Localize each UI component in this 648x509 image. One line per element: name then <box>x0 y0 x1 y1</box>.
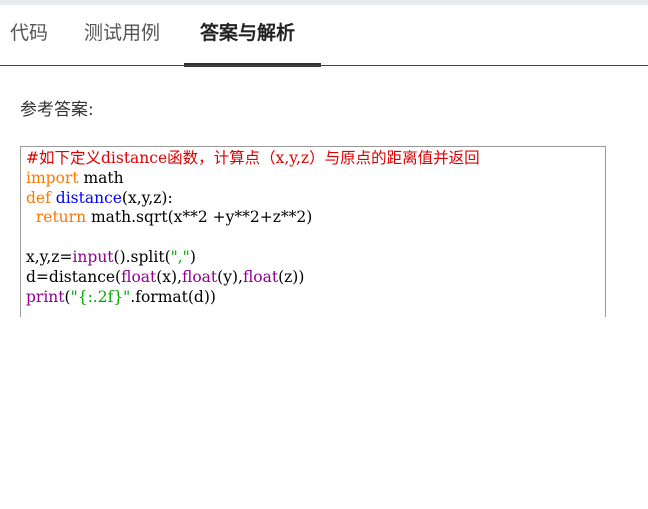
builtin-float: float <box>182 267 218 286</box>
code-line-distance-call: d=distance(float(x),float(y),float(z)) <box>26 268 480 288</box>
tab-answer-analysis[interactable]: 答案与解析 <box>200 19 295 47</box>
code-text: (x,y,z): <box>121 188 173 207</box>
code-line-comment: #如下定义distance函数，计算点（x,y,z）与原点的距离值并返回 <box>26 149 480 167</box>
tab-bar: 代码 测试用例 答案与解析 <box>0 5 648 67</box>
tab-test-cases[interactable]: 测试用例 <box>84 19 160 47</box>
keyword-import: import <box>26 168 79 187</box>
code-listing: #如下定义distance函数，计算点（x,y,z）与原点的距离值并返回 impo… <box>26 149 480 307</box>
keyword-def: def <box>26 188 51 207</box>
code-text: math <box>78 168 124 187</box>
code-text: (x), <box>156 267 183 286</box>
reference-answer-label: 参考答案: <box>20 100 94 120</box>
tab-code[interactable]: 代码 <box>10 19 48 47</box>
code-text: ) <box>189 247 196 266</box>
code-line-input: x,y,z=input().split(",") <box>26 248 480 268</box>
code-line-print: print("{:.2f}".format(d)) <box>26 288 480 308</box>
code-line-return: return math.sqrt(x**2 +y**2+z**2) <box>26 208 480 228</box>
builtin-input: input <box>72 247 114 266</box>
code-text: math.sqrt(x**2 +y**2+z**2) <box>86 208 313 227</box>
builtin-print: print <box>26 287 65 306</box>
function-name: distance <box>55 188 122 207</box>
code-text: x,y,z= <box>26 247 73 266</box>
code-text: (z)) <box>278 267 305 286</box>
code-text: .format(d)) <box>130 287 216 306</box>
string-literal: "," <box>170 247 190 266</box>
code-line-import: import math <box>26 169 480 189</box>
code-text: d=distance( <box>26 267 122 286</box>
keyword-return: return <box>35 208 87 227</box>
string-literal: "{:.2f}" <box>70 287 131 306</box>
builtin-float: float <box>242 267 279 286</box>
tab-bar-divider <box>0 65 648 66</box>
code-text: ().split( <box>113 247 171 266</box>
builtin-float: float <box>121 267 157 286</box>
code-text: (y), <box>217 267 243 286</box>
code-line-def: def distance(x,y,z): <box>26 189 480 209</box>
